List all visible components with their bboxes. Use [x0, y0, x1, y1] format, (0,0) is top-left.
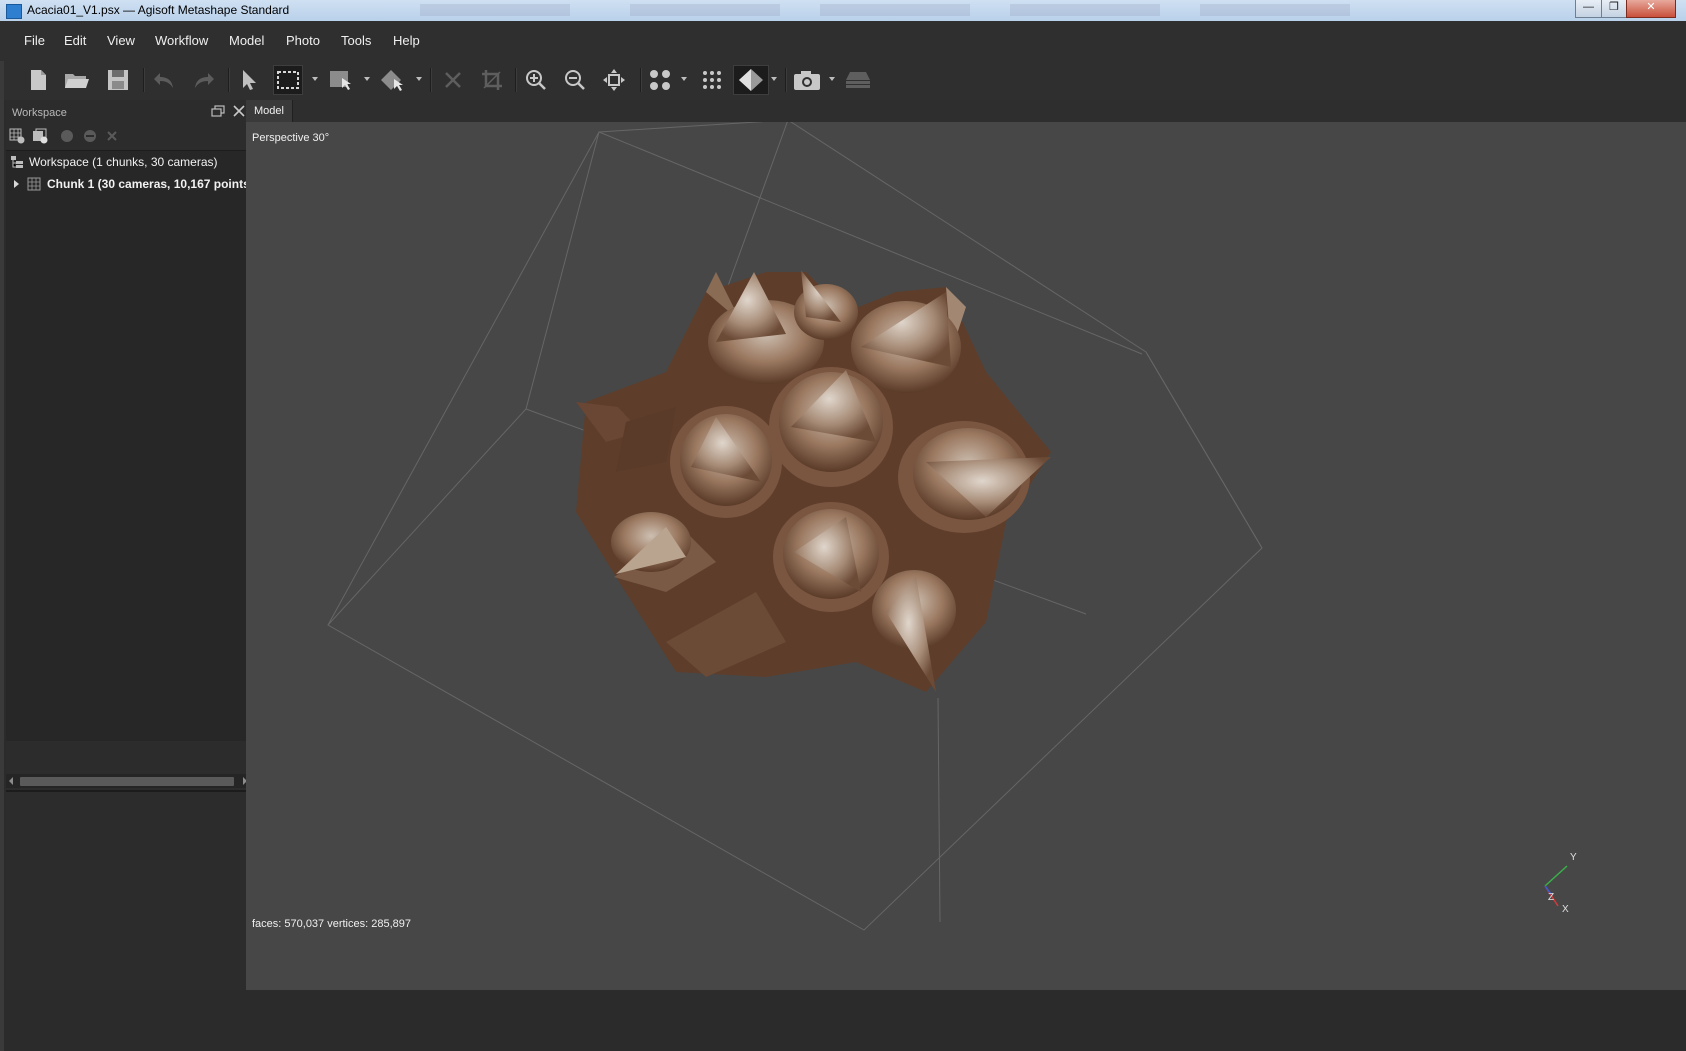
tree-label-workspace: Workspace (1 chunks, 30 cameras) — [29, 155, 218, 169]
background-tab-ghost — [630, 4, 780, 16]
rotate-object-icon[interactable] — [378, 65, 408, 95]
crop-selection-icon[interactable] — [477, 65, 507, 95]
pane-divider[interactable] — [6, 790, 250, 792]
view-mode-label: Perspective 30° — [252, 132, 330, 144]
window-title: Acacia01_V1.psx — Agisoft Metashape Stan… — [27, 3, 290, 17]
minimize-button[interactable]: — — [1575, 0, 1602, 18]
show-region-icon[interactable] — [843, 65, 873, 95]
menu-file[interactable]: File — [24, 33, 45, 48]
seed-pod-model — [576, 270, 1051, 692]
point-cloud-dropdown-icon[interactable] — [681, 77, 687, 81]
region-dropdown-icon[interactable] — [364, 77, 370, 81]
workspace-tree-icon — [10, 155, 24, 172]
menu-edit[interactable]: Edit — [64, 33, 86, 48]
tree-row-chunk[interactable]: Chunk 1 (30 cameras, 10,167 points) — [6, 173, 254, 195]
toolbar-separator — [430, 68, 432, 92]
dense-cloud-icon[interactable] — [697, 65, 727, 95]
main-toolbar — [0, 61, 1686, 100]
workspace-toolbar — [6, 124, 250, 148]
left-dock-grip — [0, 61, 4, 1051]
tab-model[interactable]: Model — [246, 100, 293, 122]
redo-icon[interactable] — [189, 65, 219, 95]
float-pane-icon[interactable] — [211, 105, 225, 117]
maximize-button[interactable]: ❐ — [1601, 0, 1627, 18]
toolbar-separator — [228, 68, 230, 92]
workspace-horizontal-scrollbar[interactable] — [6, 774, 250, 788]
menu-photo[interactable]: Photo — [286, 33, 320, 48]
remove-items-icon[interactable] — [104, 128, 120, 144]
axis-gizmo: Y Z X — [1530, 846, 1590, 916]
menu-view[interactable]: View — [107, 33, 135, 48]
zoom-in-icon[interactable] — [521, 65, 551, 95]
workspace-pane: Workspace Workspace (1 chunks, 30 camera… — [6, 100, 254, 990]
background-tab-ghost — [420, 4, 570, 16]
workspace-pane-title: Workspace — [12, 107, 67, 119]
save-icon[interactable] — [103, 65, 133, 95]
toolbar-separator — [143, 68, 145, 92]
reset-view-icon[interactable] — [599, 65, 629, 95]
workspace-tree: Workspace (1 chunks, 30 cameras) Chunk 1… — [6, 150, 254, 741]
menu-model[interactable]: Model — [229, 33, 264, 48]
menu-help[interactable]: Help — [393, 33, 420, 48]
app-icon — [6, 4, 22, 19]
expand-arrow-icon[interactable] — [14, 180, 19, 188]
axis-z-label: Z — [1548, 892, 1555, 903]
resize-region-icon[interactable] — [326, 65, 356, 95]
point-cloud-icon[interactable] — [645, 65, 675, 95]
model-stats-label: faces: 570,037 vertices: 285,897 — [252, 918, 411, 930]
background-tab-ghost — [1010, 4, 1160, 16]
new-icon[interactable] — [23, 65, 53, 95]
rectangle-selection-icon[interactable] — [273, 65, 303, 95]
menu-bar: File Edit View Workflow Model Photo Tool… — [0, 21, 1686, 61]
add-chunk-icon[interactable] — [9, 128, 25, 144]
model-viewport[interactable]: Perspective 30° faces: 570,037 vertices:… — [246, 122, 1686, 990]
navigation-icon[interactable] — [234, 65, 264, 95]
axis-x-label: X — [1562, 904, 1569, 915]
object-dropdown-icon[interactable] — [416, 77, 422, 81]
model-dropdown-icon[interactable] — [771, 77, 777, 81]
background-tab-ghost — [820, 4, 970, 16]
background-tab-ghost — [1200, 4, 1350, 16]
model-tab-bar: Model — [246, 100, 1686, 122]
disable-icon[interactable] — [82, 128, 98, 144]
model-shaded-icon[interactable] — [733, 65, 769, 95]
cameras-dropdown-icon[interactable] — [829, 77, 835, 81]
undo-icon[interactable] — [149, 65, 179, 95]
tree-label-chunk: Chunk 1 (30 cameras, 10,167 points) — [47, 177, 254, 191]
open-icon[interactable] — [62, 65, 92, 95]
toolbar-separator — [640, 68, 642, 92]
scroll-left-icon[interactable] — [9, 777, 13, 785]
delete-selection-icon[interactable] — [438, 65, 468, 95]
axis-y-label: Y — [1570, 852, 1577, 863]
menu-tools[interactable]: Tools — [341, 33, 371, 48]
close-window-button[interactable]: ✕ — [1626, 0, 1676, 18]
enable-icon[interactable] — [59, 128, 75, 144]
chunk-grid-icon — [27, 177, 41, 194]
scrollbar-thumb[interactable] — [20, 777, 234, 786]
model-scene — [327, 122, 1263, 931]
add-photos-icon[interactable] — [32, 128, 48, 144]
toolbar-separator — [515, 68, 517, 92]
close-pane-icon[interactable] — [232, 104, 246, 118]
tree-row-workspace[interactable]: Workspace (1 chunks, 30 cameras) — [6, 151, 250, 173]
menu-workflow[interactable]: Workflow — [155, 33, 208, 48]
selection-dropdown-icon[interactable] — [312, 77, 318, 81]
show-cameras-icon[interactable] — [792, 65, 822, 95]
zoom-out-icon[interactable] — [560, 65, 590, 95]
toolbar-separator — [785, 68, 787, 92]
window-title-bar: Acacia01_V1.psx — Agisoft Metashape Stan… — [0, 0, 1686, 21]
